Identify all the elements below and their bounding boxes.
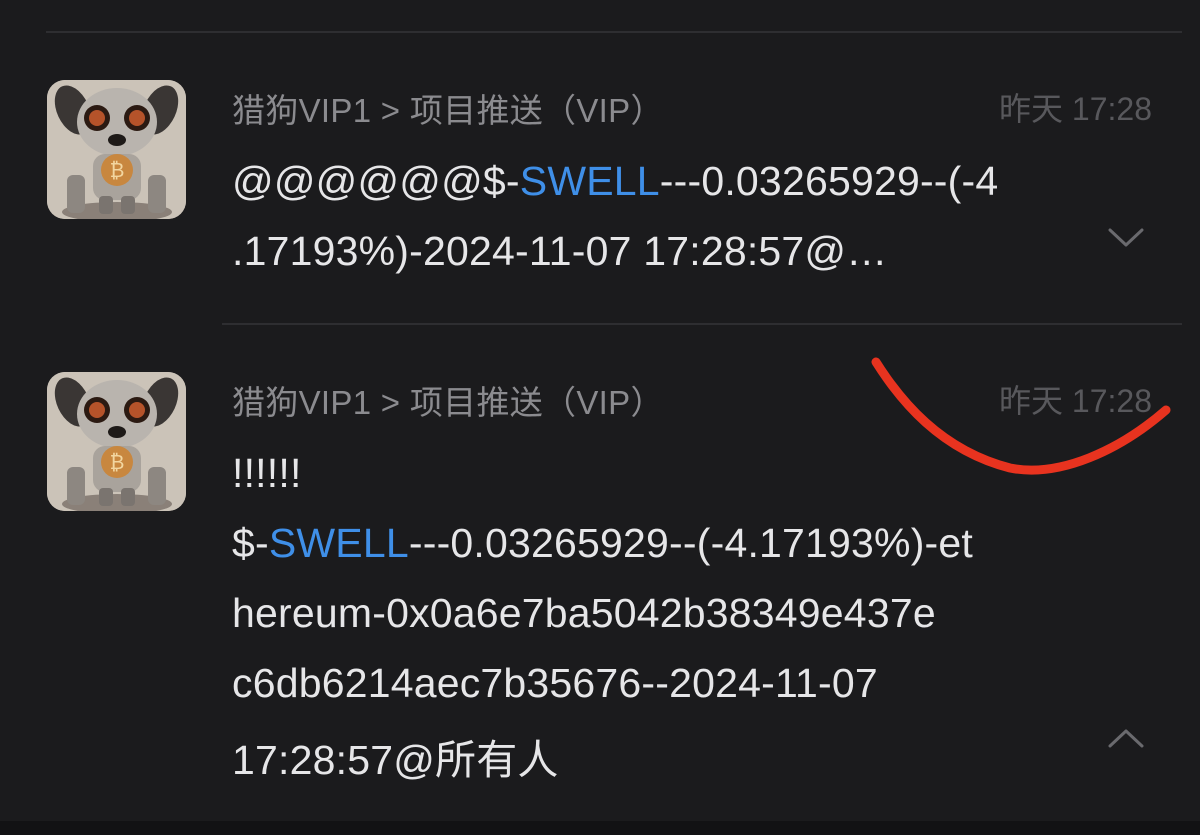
bottom-edge [0,821,1200,835]
timestamp: 昨天 17:28 [999,91,1152,127]
message-text: $- [232,520,269,566]
chevron-down-icon[interactable] [1106,226,1146,250]
message-body-line: @@@@@@$-SWELL---0.03265929--(-4 [232,158,998,205]
message-body-line: .17193%)-2024-11-07 17:28:57@… [232,228,888,274]
svg-text:₿: ₿ [110,450,125,474]
robot-dog-avatar-icon: ₿ [47,372,186,511]
robot-dog-avatar-icon: ₿ [47,80,186,219]
message-text: ---0.03265929--(-4 [659,158,999,204]
token-tag-link[interactable]: SWELL [520,158,660,204]
top-divider [46,31,1182,33]
token-tag-link[interactable]: SWELL [269,520,409,566]
svg-text:₿: ₿ [110,158,125,182]
sender-label: 猎狗VIP1 > 项目推送（VIP） [232,384,664,421]
avatar[interactable]: ₿ [47,80,186,219]
message-body-line: c6db6214aec7b35676--2024-11-07 [232,660,878,706]
message-divider [222,323,1182,325]
chevron-up-icon[interactable] [1106,726,1146,750]
message-body-line: $-SWELL---0.03265929--(-4.17193%)-et [232,520,973,567]
sender-label: 猎狗VIP1 > 项目推送（VIP） [232,92,664,129]
message-body-line: hereum-0x0a6e7ba5042b38349e437e [232,590,936,636]
message-body-line: 17:28:57@所有人 [232,737,559,783]
timestamp: 昨天 17:28 [999,383,1152,419]
message-text: ---0.03265929--(-4.17193%)-et [408,520,974,566]
message-body-line: !!!!!! [232,450,302,496]
message-text: @@@@@@$- [232,158,520,204]
avatar[interactable]: ₿ [47,372,186,511]
